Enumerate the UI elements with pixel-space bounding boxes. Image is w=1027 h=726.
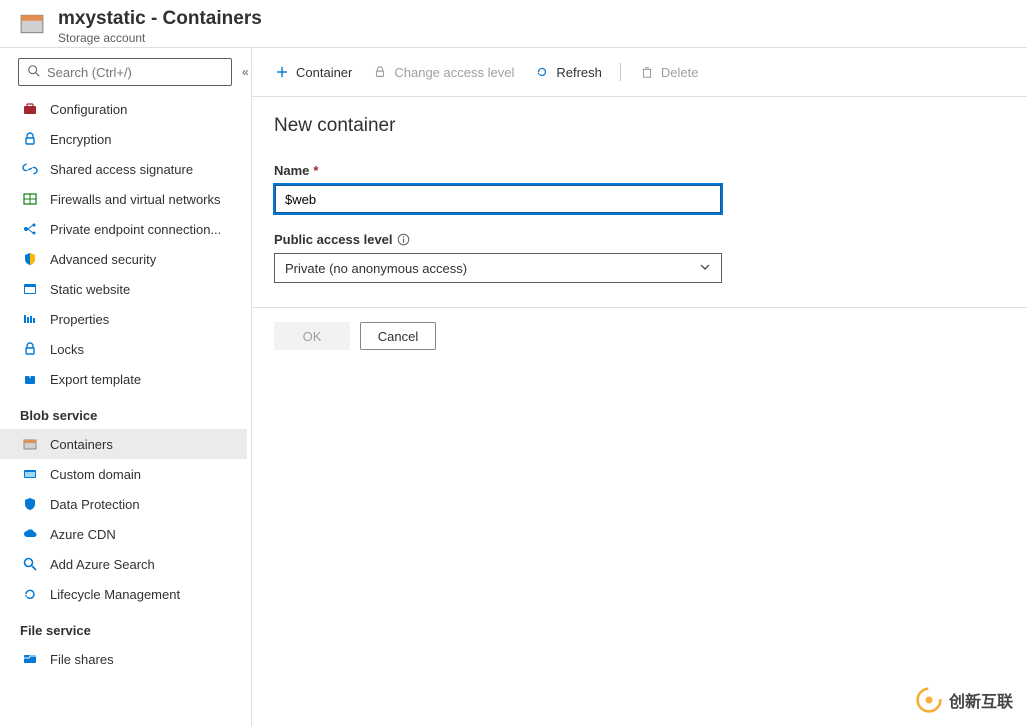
- sidebar-item-configuration[interactable]: Configuration: [0, 94, 247, 124]
- sidebar-item-label: Locks: [50, 342, 84, 357]
- search-input-wrap[interactable]: [18, 58, 232, 86]
- protection-icon: [22, 496, 38, 512]
- sidebar-item-encryption[interactable]: Encryption: [0, 124, 247, 154]
- fileshare-icon: [22, 651, 38, 667]
- chevron-down-icon: [699, 261, 711, 276]
- cloud-icon: [22, 526, 38, 542]
- name-label: Name*: [274, 163, 722, 178]
- sidebar-item-label: Static website: [50, 282, 130, 297]
- sidebar-item-private-endpoint[interactable]: Private endpoint connection...: [0, 214, 247, 244]
- cancel-button[interactable]: Cancel: [360, 322, 436, 350]
- sidebar-item-firewalls[interactable]: Firewalls and virtual networks: [0, 184, 247, 214]
- sidebar-item-label: Lifecycle Management: [50, 587, 180, 602]
- page-title: mxystatic - Containers: [58, 8, 262, 31]
- link-icon: [22, 161, 38, 177]
- refresh-button[interactable]: Refresh: [526, 60, 610, 84]
- delete-button[interactable]: Delete: [631, 60, 707, 84]
- sidebar-item-label: Export template: [50, 372, 141, 387]
- sidebar-item-label: Shared access signature: [50, 162, 193, 177]
- sidebar-item-label: Encryption: [50, 132, 111, 147]
- sidebar-nav: Configuration Encryption Shared access s…: [0, 94, 251, 726]
- container-icon: [22, 436, 38, 452]
- export-icon: [22, 371, 38, 387]
- sidebar-item-label: Private endpoint connection...: [50, 222, 221, 237]
- search-input[interactable]: [47, 65, 223, 80]
- toolbar: Container Change access level Refresh De…: [252, 48, 1027, 97]
- access-level-select[interactable]: Private (no anonymous access): [274, 253, 722, 283]
- required-marker: *: [313, 163, 318, 178]
- sidebar-item-label: File shares: [50, 652, 114, 667]
- sidebar-item-properties[interactable]: Properties: [0, 304, 247, 334]
- sidebar-item-label: Configuration: [50, 102, 127, 117]
- plus-icon: [274, 64, 290, 80]
- section-blob-service: Blob service: [0, 394, 247, 429]
- trash-icon: [639, 64, 655, 80]
- sidebar-item-containers[interactable]: Containers: [0, 429, 247, 459]
- page-header: mxystatic - Containers Storage account: [0, 0, 1027, 48]
- sidebar-item-advanced-security[interactable]: Advanced security: [0, 244, 247, 274]
- sidebar-item-label: Custom domain: [50, 467, 141, 482]
- collapse-sidebar-button[interactable]: «: [240, 63, 251, 81]
- sidebar-item-sas[interactable]: Shared access signature: [0, 154, 247, 184]
- properties-icon: [22, 311, 38, 327]
- sidebar: « Configuration Encryption Shared access…: [0, 48, 252, 726]
- sidebar-item-add-azure-search[interactable]: Add Azure Search: [0, 549, 247, 579]
- sidebar-item-label: Properties: [50, 312, 109, 327]
- search-icon: [27, 64, 41, 81]
- sidebar-item-label: Containers: [50, 437, 113, 452]
- domain-icon: [22, 466, 38, 482]
- sidebar-item-export-template[interactable]: Export template: [0, 364, 247, 394]
- toolbar-label: Change access level: [394, 65, 514, 80]
- form-divider: [252, 307, 1027, 308]
- toolbar-label: Container: [296, 65, 352, 80]
- firewall-icon: [22, 191, 38, 207]
- shield-icon: [22, 251, 38, 267]
- ok-button[interactable]: OK: [274, 322, 350, 350]
- page-subtitle: Storage account: [58, 31, 262, 45]
- sidebar-item-label: Add Azure Search: [50, 557, 155, 572]
- main-content: New container Name* Public access level …: [252, 97, 1027, 726]
- lock-icon: [372, 64, 388, 80]
- sidebar-item-locks[interactable]: Locks: [0, 334, 247, 364]
- refresh-icon: [534, 64, 550, 80]
- sidebar-item-data-protection[interactable]: Data Protection: [0, 489, 247, 519]
- lock-icon: [22, 131, 38, 147]
- sidebar-item-file-shares[interactable]: File shares: [0, 644, 247, 674]
- sidebar-item-lifecycle[interactable]: Lifecycle Management: [0, 579, 247, 609]
- watermark: 创新互联: [915, 686, 1013, 714]
- search-icon: [22, 556, 38, 572]
- toolbar-separator: [620, 63, 621, 81]
- briefcase-icon: [22, 101, 38, 117]
- sidebar-item-label: Data Protection: [50, 497, 140, 512]
- sidebar-item-label: Firewalls and virtual networks: [50, 192, 221, 207]
- sidebar-item-static-website[interactable]: Static website: [0, 274, 247, 304]
- watermark-icon: [915, 686, 943, 714]
- section-file-service: File service: [0, 609, 247, 644]
- sidebar-item-custom-domain[interactable]: Custom domain: [0, 459, 247, 489]
- sidebar-item-label: Azure CDN: [50, 527, 116, 542]
- endpoint-icon: [22, 221, 38, 237]
- info-icon[interactable]: [397, 233, 411, 247]
- change-access-button[interactable]: Change access level: [364, 60, 522, 84]
- lifecycle-icon: [22, 586, 38, 602]
- select-value: Private (no anonymous access): [285, 261, 467, 276]
- website-icon: [22, 281, 38, 297]
- lock-icon: [22, 341, 38, 357]
- access-level-label: Public access level: [274, 232, 722, 247]
- sidebar-item-azure-cdn[interactable]: Azure CDN: [0, 519, 247, 549]
- toolbar-label: Refresh: [556, 65, 602, 80]
- form-heading: New container: [274, 115, 1005, 137]
- add-container-button[interactable]: Container: [266, 60, 360, 84]
- watermark-text: 创新互联: [949, 688, 1013, 712]
- sidebar-item-label: Advanced security: [50, 252, 156, 267]
- storage-account-icon: [18, 10, 46, 38]
- toolbar-label: Delete: [661, 65, 699, 80]
- name-input[interactable]: [274, 184, 722, 214]
